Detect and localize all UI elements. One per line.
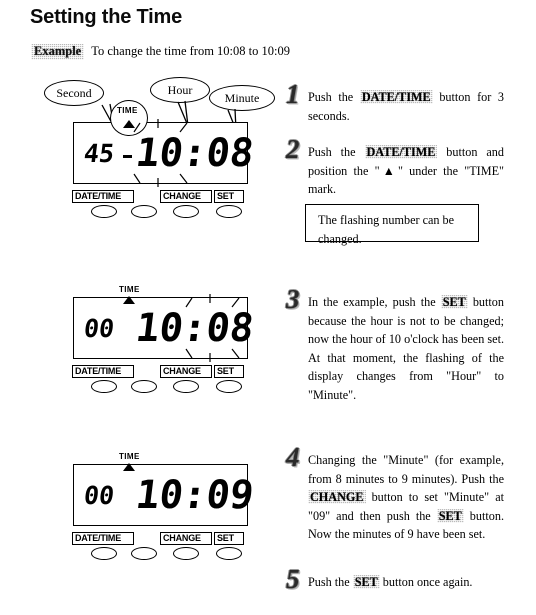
device-2-button-set[interactable] — [216, 380, 242, 393]
step-2-number: 2 — [286, 134, 300, 164]
step-1: 1 Push the DATE/TIME button for 3 second… — [286, 81, 505, 125]
step-3-text: In the example, push the SET button beca… — [308, 295, 504, 402]
callout-second-label: Second — [56, 85, 92, 100]
device-1-button-label-set[interactable]: SET — [214, 190, 244, 204]
device-2-flash-marks-icon — [180, 293, 252, 363]
device-1-button-unlabeled[interactable] — [131, 205, 157, 218]
device-3-button-label-set[interactable]: SET — [214, 532, 244, 546]
step-2-text: Push the DATE/TIME button and position t… — [308, 145, 504, 197]
device-2-button-label-set[interactable]: SET — [214, 365, 244, 379]
device-1-button-change[interactable] — [173, 205, 199, 218]
inline-key-set: SET — [354, 575, 378, 589]
device-3-button-change[interactable] — [173, 547, 199, 560]
step-4-number: 4 — [286, 442, 300, 472]
step-4-text: Changing the "Minute" (for example, from… — [308, 453, 504, 542]
note-box: The flashing number can be changed. — [305, 204, 479, 246]
step-4: 4 Changing the "Minute" (for example, fr… — [286, 444, 504, 544]
callout-minute-label: Minute — [224, 90, 260, 105]
device-3-button-set[interactable] — [216, 547, 242, 560]
device-2-button-datetime[interactable] — [91, 380, 117, 393]
example-description: To change the time from 10:08 to 10:09 — [91, 44, 290, 58]
note-box-text: The flashing number can be changed. — [318, 213, 455, 246]
device-1-seconds: 45 — [82, 139, 116, 168]
step-5-number: 5 — [286, 564, 300, 594]
device-1-flash-marks-icon — [128, 118, 206, 188]
inline-key-date-time: DATE/TIME — [366, 145, 436, 159]
device-3-time: 10:09 — [133, 473, 257, 518]
manual-page: Setting the Time Example To change the t… — [0, 0, 536, 615]
device-1-button-set[interactable] — [216, 205, 242, 218]
example-badge: Example — [31, 44, 84, 60]
device-3-time-label: TIME — [119, 452, 140, 461]
example-line: Example To change the time from 10:08 to… — [31, 44, 290, 60]
step-1-text: Push the DATE/TIME button for 3 seconds. — [308, 90, 505, 123]
device-1-button-label-change[interactable]: CHANGE — [160, 190, 212, 204]
device-2-time-pointer-icon — [123, 296, 135, 304]
callout-hour-label: Hour — [167, 82, 193, 97]
callout-second: Second — [44, 80, 104, 106]
device-3-button-label-change[interactable]: CHANGE — [160, 532, 212, 546]
inline-key-change: CHANGE — [309, 490, 364, 505]
device-3-button-label-datetime[interactable]: DATE/TIME — [72, 532, 134, 546]
device-2-seconds: 00 — [82, 314, 116, 343]
device-2-button-label-change[interactable]: CHANGE — [160, 365, 212, 379]
step-2: 2 Push the DATE/TIME button and position… — [286, 136, 504, 199]
device-2-button-label-datetime[interactable]: DATE/TIME — [72, 365, 134, 379]
inline-key-set: SET — [438, 508, 462, 523]
inline-key-date-time: DATE/TIME — [361, 90, 431, 104]
inline-key-set: SET — [442, 295, 466, 309]
device-3-button-unlabeled[interactable] — [131, 547, 157, 560]
device-1-button-datetime[interactable] — [91, 205, 117, 218]
device-2-button-unlabeled[interactable] — [131, 380, 157, 393]
step-5-text: Push the SET button once again. — [308, 575, 473, 589]
device-1-button-label-datetime[interactable]: DATE/TIME — [72, 190, 134, 204]
step-1-number: 1 — [286, 79, 300, 109]
device-2-time-label: TIME — [119, 285, 140, 294]
device-3-time-pointer-icon — [123, 463, 135, 471]
step-3-number: 3 — [286, 284, 300, 314]
device-3-button-datetime[interactable] — [91, 547, 117, 560]
step-5: 5 Push the SET button once again. — [286, 566, 504, 593]
page-title: Setting the Time — [30, 6, 183, 28]
device-1-time-label: TIME — [117, 106, 138, 115]
device-3-seconds: 00 — [82, 481, 116, 510]
step-3: 3 In the example, push the SET button be… — [286, 286, 504, 404]
device-2-button-change[interactable] — [173, 380, 199, 393]
